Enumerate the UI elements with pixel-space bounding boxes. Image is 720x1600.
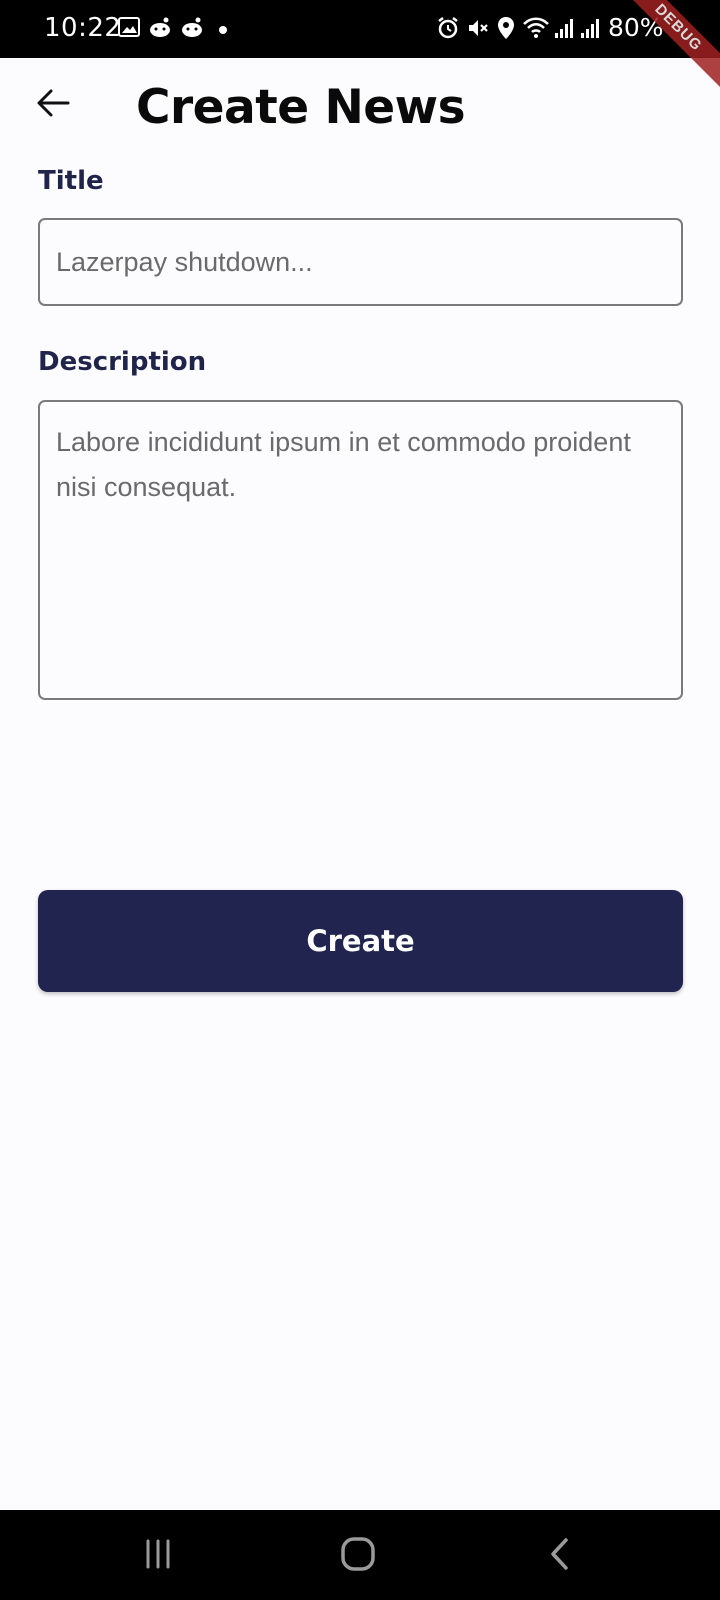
location-icon [496, 16, 516, 45]
nav-back-button[interactable] [530, 1536, 590, 1576]
recents-button[interactable] [128, 1536, 188, 1576]
title-input[interactable] [38, 218, 683, 306]
create-button[interactable]: Create [38, 890, 683, 992]
status-time: 10:22 [44, 13, 122, 43]
status-bar: 10:22 80% DEBUG [0, 0, 720, 94]
mute-icon [466, 16, 490, 45]
alarm-icon [436, 16, 460, 45]
home-button[interactable] [328, 1536, 388, 1576]
image-icon [118, 16, 140, 43]
page-title: Create News [136, 80, 466, 135]
wifi-icon [522, 16, 550, 45]
reddit-icon [180, 16, 204, 43]
system-nav-bar [0, 1510, 720, 1600]
description-input[interactable] [38, 400, 683, 700]
recents-icon [142, 1538, 174, 1575]
back-icon [548, 1537, 572, 1576]
reddit-icon [148, 16, 172, 43]
arrow-left-icon [36, 88, 70, 123]
dot-icon [218, 22, 228, 40]
app-bar: Create News [0, 58, 720, 162]
signal-icon [554, 16, 574, 45]
home-icon [340, 1536, 376, 1577]
description-label: Description [38, 347, 207, 377]
signal-icon [580, 16, 600, 45]
title-label: Title [38, 166, 104, 196]
back-button[interactable] [30, 82, 76, 128]
